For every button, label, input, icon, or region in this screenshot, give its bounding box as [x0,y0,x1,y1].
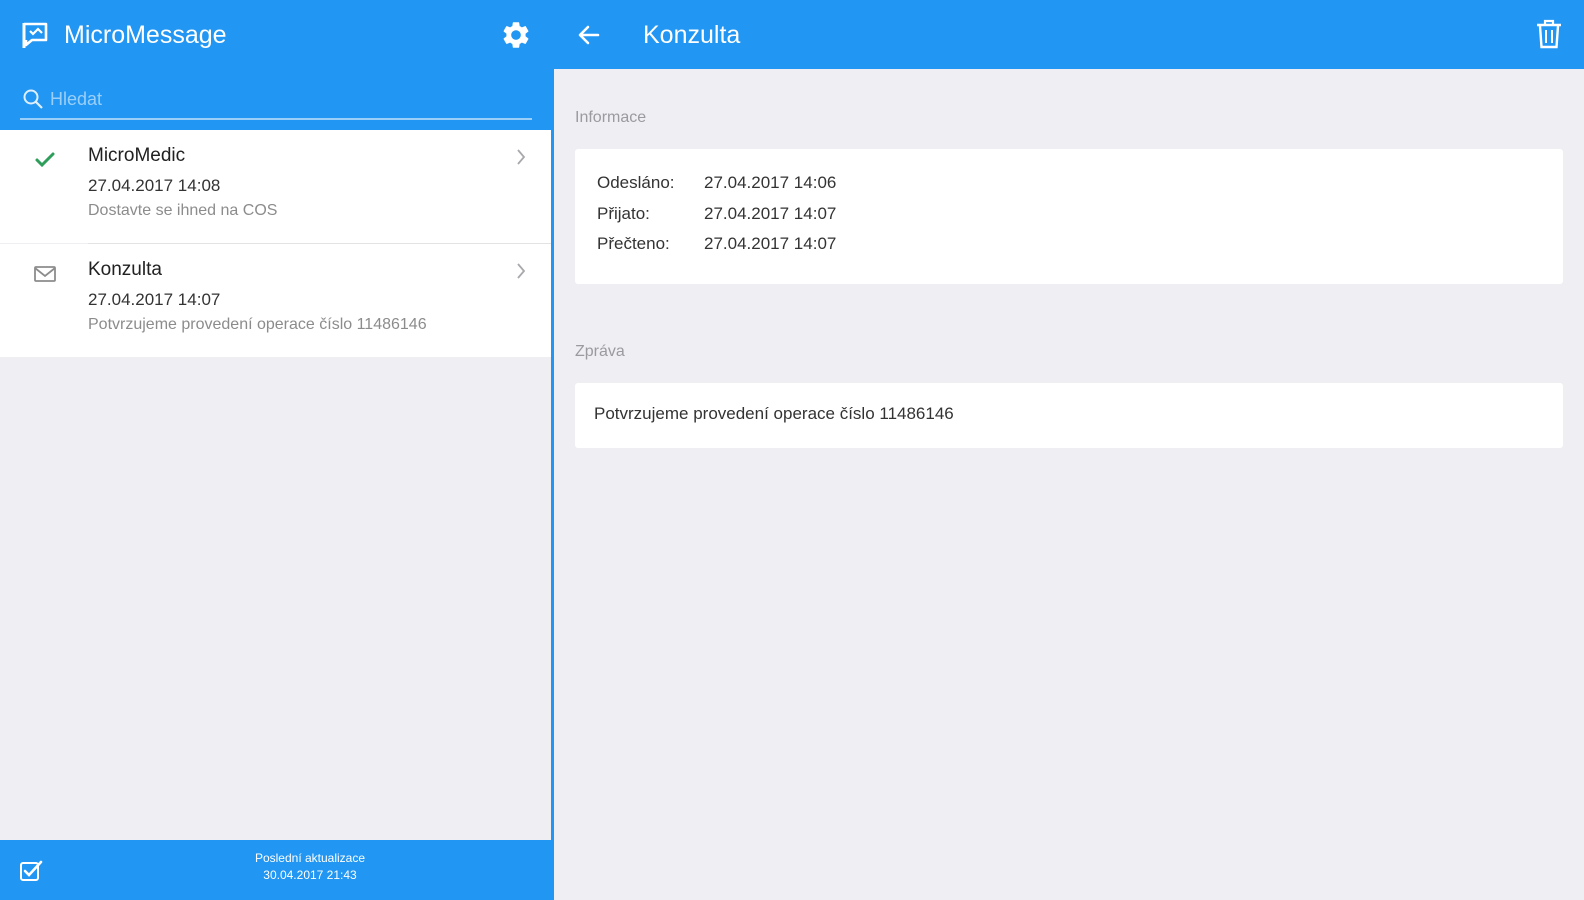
message-body: Potvrzujeme provedení operace číslo 1148… [594,404,954,423]
message-preview: Potvrzujeme provedení operace číslo 1148… [88,316,427,333]
checkmark-icon [35,152,55,168]
detail-header: Konzulta [554,0,1584,69]
list-item[interactable]: MicroMedic 27.04.2017 14:08 Dostavte se … [0,130,551,243]
search-input[interactable] [50,84,530,114]
app-title: MicroMessage [64,21,227,49]
received-label: Přijato: [597,204,650,223]
search-underline [20,118,532,120]
info-card: Odesláno: 27.04.2017 14:06 Přijato: 27.0… [575,149,1563,284]
search-icon [23,89,43,109]
message-sender: Konzulta [88,259,162,280]
last-update-label: Poslední aktualizace [254,851,366,865]
back-arrow-icon[interactable] [576,22,602,48]
trash-icon[interactable] [1534,18,1564,50]
message-sender: MicroMedic [88,145,186,166]
list-item[interactable]: Konzulta 27.04.2017 14:07 Potvrzujeme pr… [0,244,551,357]
message-preview: Dostavte se ihned na COS [88,202,278,219]
read-label: Přečteno: [597,234,670,253]
app-header: MicroMessage [0,0,551,130]
status-footer: Poslední aktualizace 30.04.2017 21:43 [0,840,551,900]
message-list-pane: MicroMessage MicroMedic 27.04.2017 14:08… [0,0,551,900]
received-value: 27.04.2017 14:07 [704,204,837,223]
last-update-text: Poslední aktualizace 30.04.2017 21:43 [200,850,420,884]
message-date: 27.04.2017 14:08 [88,176,221,195]
gear-icon[interactable] [500,19,532,51]
info-section-label: Informace [575,109,647,126]
last-update-date: 30.04.2017 21:43 [263,868,357,882]
pane-divider [551,0,554,900]
checkbox-checked-icon[interactable] [18,858,44,884]
sent-value: 27.04.2017 14:06 [704,173,837,192]
chevron-right-icon [517,149,526,165]
chevron-right-icon [517,263,526,279]
message-section-label: Zpráva [575,343,625,360]
envelope-icon [34,266,56,282]
detail-title: Konzulta [643,21,741,49]
message-date: 27.04.2017 14:07 [88,290,221,309]
chat-flag-icon [22,22,48,48]
read-value: 27.04.2017 14:07 [704,234,837,253]
message-card: Potvrzujeme provedení operace číslo 1148… [575,383,1563,448]
sent-label: Odesláno: [597,173,675,192]
